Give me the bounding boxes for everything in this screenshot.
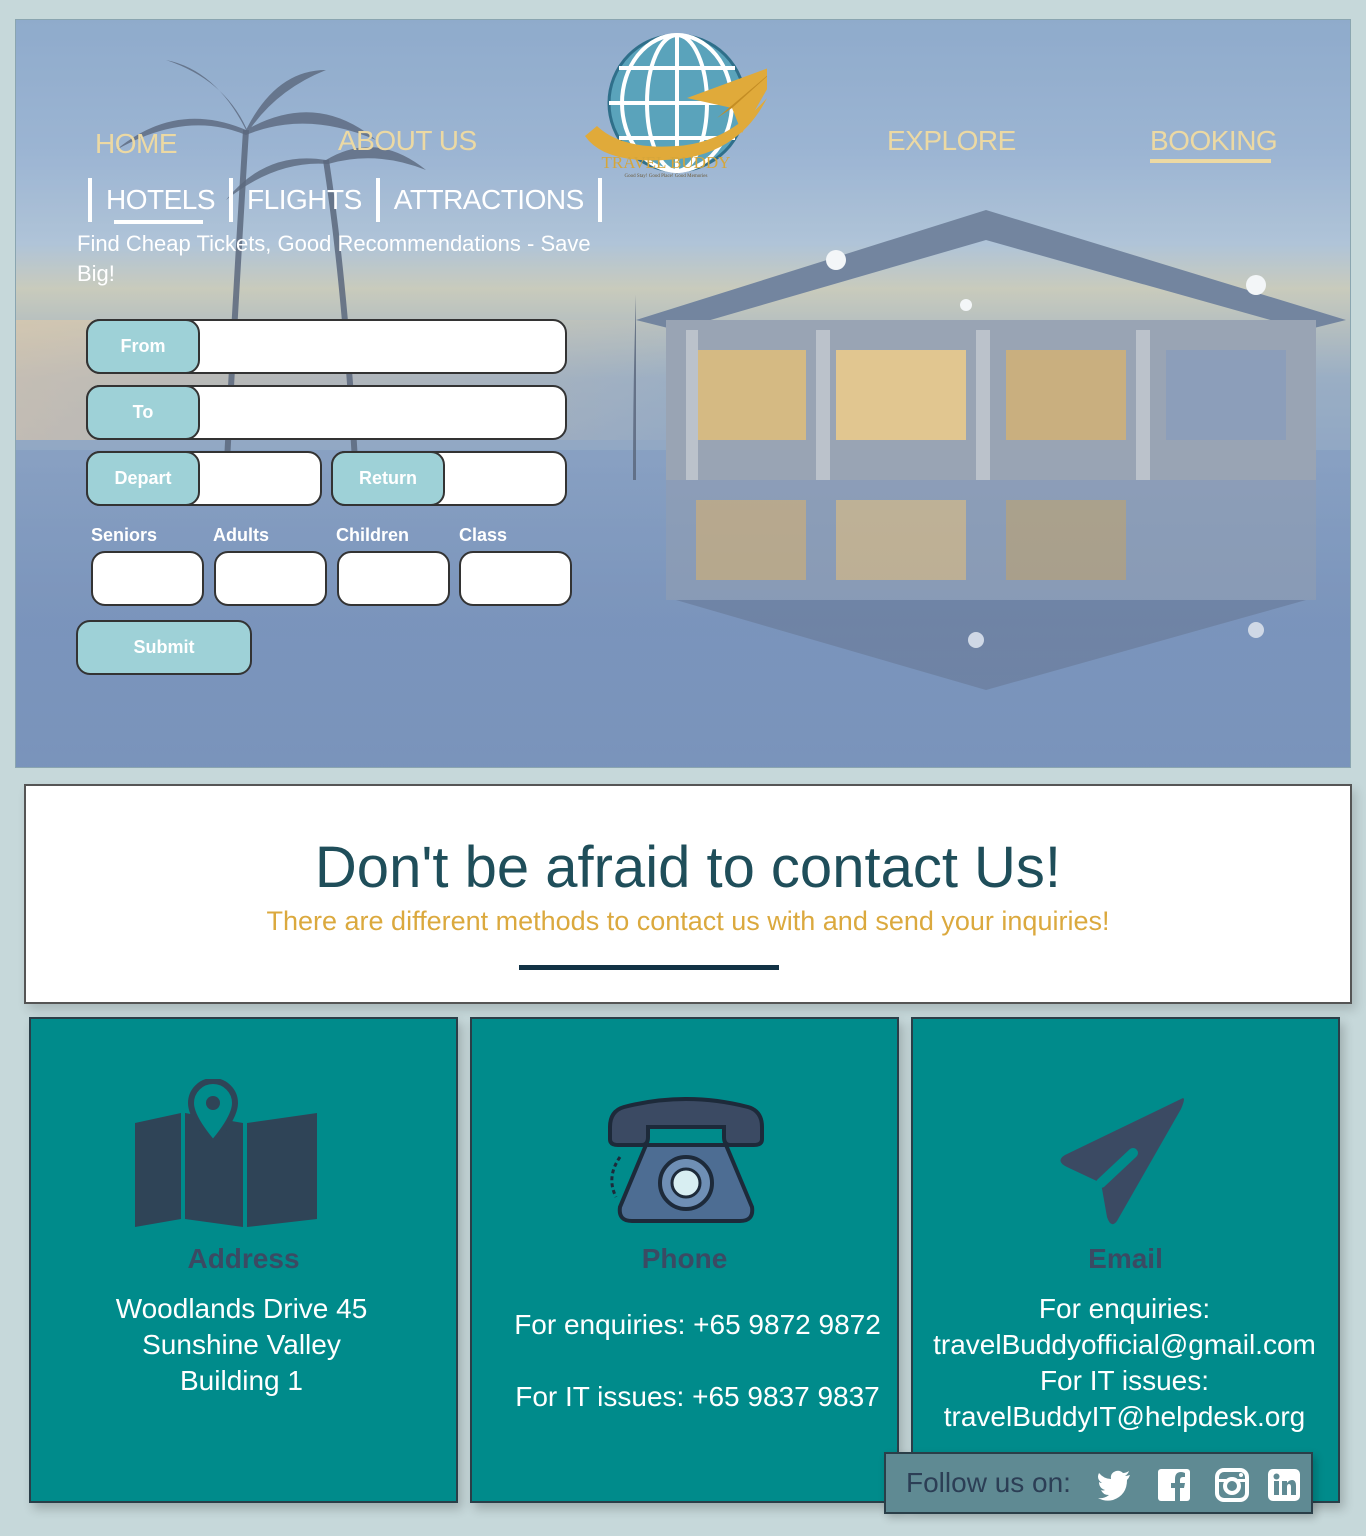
address-line: Building 1 — [180, 1365, 303, 1396]
email-address-link[interactable]: travelBuddyIT@helpdesk.org — [911, 1401, 1338, 1433]
logo-tagline: Good Stay! Good Place! Good Memories — [624, 174, 708, 179]
phone-line: For IT issues: +65 9837 9837 — [515, 1381, 880, 1412]
submit-button[interactable]: Submit — [76, 620, 252, 675]
email-heading: Email — [1088, 1243, 1163, 1274]
children-label: Children — [336, 525, 410, 545]
email-card: Email For enquiries: travelBuddyofficial… — [911, 1017, 1340, 1503]
address-line: Sunshine Valley — [142, 1329, 341, 1360]
phone-heading: Phone — [641, 1243, 728, 1274]
tab-hotels[interactable]: HOTELS — [92, 184, 229, 224]
contact-banner: Don't be afraid to contact Us! There are… — [24, 784, 1352, 1004]
instagram-icon[interactable] — [1214, 1467, 1250, 1503]
from-field[interactable]: From — [86, 319, 567, 374]
to-field[interactable]: To — [86, 385, 567, 440]
adults-label: Adults — [213, 525, 269, 545]
seniors-label: Seniors — [91, 525, 158, 545]
depart-field[interactable]: Depart — [86, 451, 322, 506]
logo-title: TRAVEL BUDDY — [601, 153, 731, 172]
contact-title: Don't be afraid to contact Us! — [314, 835, 1062, 900]
linkedin-icon[interactable] — [1266, 1467, 1302, 1503]
tab-attractions[interactable]: ATTRACTIONS — [380, 184, 598, 216]
follow-us-label: Follow us on: — [906, 1467, 1071, 1498]
seniors-input[interactable] — [91, 551, 204, 606]
class-label: Class — [459, 525, 508, 545]
divider-rule — [519, 965, 779, 970]
nav-booking[interactable]: BOOKING — [1150, 125, 1278, 163]
from-label: From — [86, 319, 200, 374]
facebook-icon[interactable] — [1156, 1467, 1192, 1503]
email-line: For enquiries: — [1038, 1293, 1211, 1324]
send-icon — [1060, 1098, 1184, 1225]
contact-subtitle: There are different methods to contact u… — [266, 906, 1110, 936]
children-input[interactable] — [337, 551, 450, 606]
hero-tagline: Find Cheap Tickets, Good Recommendations… — [77, 231, 591, 286]
address-heading: Address — [187, 1243, 300, 1274]
phone-card: Phone For enquiries: +65 9872 9872 For I… — [470, 1017, 899, 1503]
return-label: Return — [331, 451, 445, 506]
email-line: For IT issues: — [1039, 1365, 1210, 1396]
return-field[interactable]: Return — [331, 451, 567, 506]
nav-about-us[interactable]: ABOUT US — [338, 125, 477, 157]
twitter-icon[interactable] — [1096, 1467, 1132, 1503]
follow-us-bar: Follow us on: — [884, 1452, 1313, 1514]
tab-divider — [597, 178, 602, 222]
to-label: To — [86, 385, 200, 440]
class-select[interactable] — [459, 551, 572, 606]
email-address-link[interactable]: travelBuddyofficial@gmail.com — [911, 1329, 1338, 1361]
address-card: Address Woodlands Drive 45 Sunshine Vall… — [29, 1017, 458, 1503]
address-line: Woodlands Drive 45 — [115, 1293, 368, 1324]
telephone-icon — [608, 1097, 764, 1223]
adults-input[interactable] — [214, 551, 327, 606]
depart-label: Depart — [86, 451, 200, 506]
phone-line: For enquiries: +65 9872 9872 — [514, 1309, 881, 1340]
tab-flights[interactable]: FLIGHTS — [233, 184, 376, 216]
nav-home[interactable]: HOME — [95, 128, 178, 160]
booking-tabs: HOTELS FLIGHTS ATTRACTIONS — [74, 178, 602, 224]
nav-explore[interactable]: EXPLORE — [887, 125, 1016, 157]
map-icon — [135, 1079, 317, 1227]
